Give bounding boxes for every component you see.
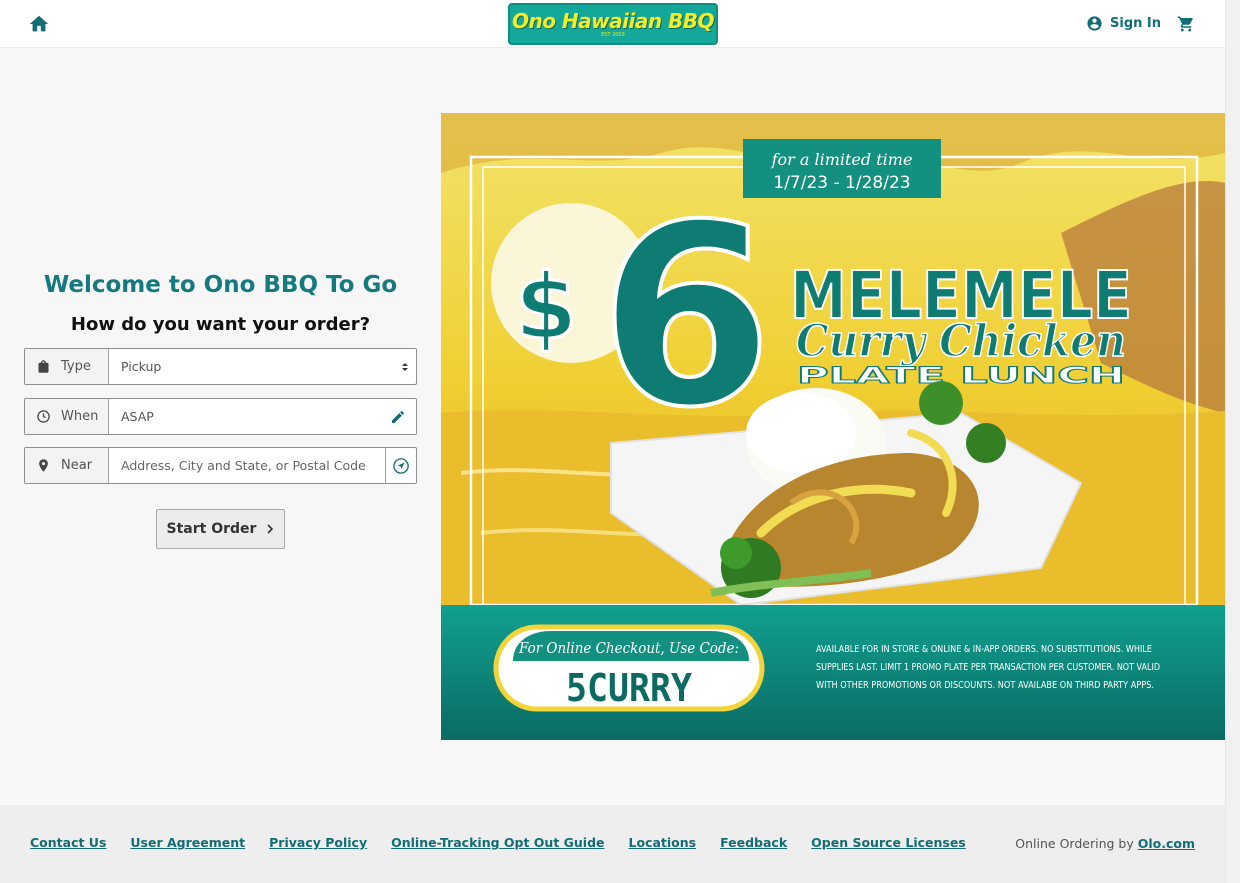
account-icon	[1087, 16, 1102, 31]
fine-print-line-3: WITH OTHER PROMOTIONS OR DISCOUNTS. NOT …	[816, 680, 1154, 691]
start-order-label: Start Order	[166, 521, 257, 537]
footer-link-locations[interactable]: Locations	[629, 835, 697, 850]
order-question: How do you want your order?	[70, 314, 371, 335]
near-label: Near	[61, 458, 93, 473]
powered-by: Online Ordering by Olo.com	[1015, 836, 1195, 851]
promo-title-plate-lunch: PLATE LUNCH	[797, 364, 1125, 389]
fine-print-line-2: SUPPLIES LAST. LIMIT 1 PROMO PLATE PER T…	[816, 662, 1160, 673]
cart-icon[interactable]	[1177, 15, 1195, 33]
fine-print-line-1: AVAILABLE FOR IN STORE & ONLINE & IN-APP…	[816, 644, 1152, 655]
order-type-label-box: Type	[25, 349, 109, 384]
promo-code: 5CURRY	[566, 666, 692, 710]
near-input-box[interactable]	[109, 448, 385, 483]
location-pin-icon	[39, 459, 48, 472]
page-scrollbar[interactable]	[1225, 0, 1240, 883]
sign-in-label: Sign In	[1110, 16, 1161, 31]
order-type-value: Pickup	[121, 359, 162, 374]
promo-code-label: For Online Checkout, Use Code:	[518, 639, 739, 657]
price-dollar-sign: $	[515, 255, 578, 360]
order-time-label: When	[61, 409, 99, 424]
logo-text: Ono Hawaiian BBQ	[511, 9, 715, 33]
site-footer: Contact Us User Agreement Privacy Policy…	[0, 805, 1225, 883]
limited-time-dates: 1/7/23 - 1/28/23	[773, 173, 910, 193]
footer-link-open-source-licenses[interactable]: Open Source Licenses	[811, 835, 966, 850]
order-type-value-box[interactable]: Pickup	[109, 349, 416, 384]
powered-by-prefix: Online Ordering by	[1015, 836, 1134, 851]
footer-link-user-agreement[interactable]: User Agreement	[130, 835, 245, 850]
welcome-heading: Welcome to Ono BBQ To Go	[43, 272, 398, 298]
footer-link-privacy-policy[interactable]: Privacy Policy	[269, 835, 367, 850]
limited-time-text: for a limited time	[771, 150, 913, 169]
order-time-value-box[interactable]: ASAP	[109, 399, 416, 434]
footer-links: Contact Us User Agreement Privacy Policy…	[30, 835, 990, 850]
clock-icon	[37, 410, 50, 423]
navigation-arrow-icon	[393, 457, 409, 474]
footer-link-contact-us[interactable]: Contact Us	[30, 835, 106, 850]
brand-logo[interactable]: Ono Hawaiian BBQ EST 2003	[508, 3, 718, 45]
order-time-field[interactable]: When ASAP	[24, 398, 417, 435]
order-time-value: ASAP	[121, 409, 154, 424]
footer-link-feedback[interactable]: Feedback	[720, 835, 787, 850]
near-location-field[interactable]: Near	[24, 447, 417, 484]
site-header: Ono Hawaiian BBQ EST 2003 Sign In	[0, 0, 1225, 48]
logo-est: EST 2003	[601, 32, 625, 38]
select-arrows-icon	[402, 363, 408, 371]
home-icon[interactable]	[28, 13, 50, 35]
promo-title-curry-chicken: Curry Chicken	[796, 316, 1126, 367]
start-order-button[interactable]: Start Order	[156, 509, 285, 549]
olo-link[interactable]: Olo.com	[1138, 836, 1195, 851]
near-label-box: Near	[25, 448, 109, 483]
edit-pencil-icon[interactable]	[390, 409, 406, 425]
use-my-location-button[interactable]	[385, 448, 416, 483]
footer-link-opt-out-guide[interactable]: Online-Tracking Opt Out Guide	[391, 835, 604, 850]
address-search-input[interactable]	[121, 458, 385, 473]
order-type-select[interactable]: Type Pickup	[24, 348, 417, 385]
order-type-label: Type	[61, 359, 91, 374]
promo-banner[interactable]: for a limited time 1/7/23 - 1/28/23 $ 6 …	[441, 113, 1225, 740]
sign-in-button[interactable]: Sign In	[1086, 15, 1161, 32]
price-six: 6	[599, 171, 773, 462]
order-time-label-box: When	[25, 399, 109, 434]
shopping-bag-icon	[38, 360, 49, 373]
chevron-right-icon	[267, 524, 274, 534]
